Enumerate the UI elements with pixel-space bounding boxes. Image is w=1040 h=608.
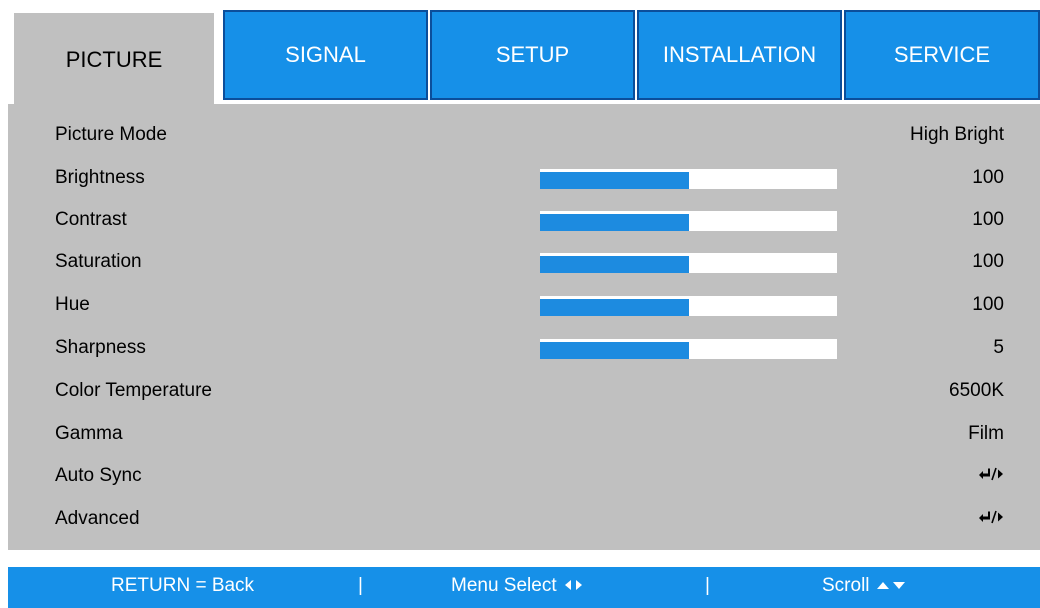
row-label: Auto Sync bbox=[55, 465, 142, 486]
enter-right-icon[interactable] bbox=[978, 465, 1004, 487]
row-brightness[interactable]: Brightness 100 bbox=[8, 159, 1040, 201]
enter-right-icon[interactable] bbox=[978, 508, 1004, 530]
tab-installation-label: INSTALLATION bbox=[662, 42, 817, 67]
row-advanced[interactable]: Advanced bbox=[8, 500, 1040, 542]
slider-fill bbox=[540, 296, 689, 316]
sharpness-slider[interactable] bbox=[540, 339, 837, 359]
return-hint: RETURN = Back bbox=[111, 575, 255, 596]
left-right-arrows-icon bbox=[564, 580, 582, 590]
row-sharpness[interactable]: Sharpness 5 bbox=[8, 329, 1040, 371]
row-label: Hue bbox=[55, 294, 90, 315]
row-label: Advanced bbox=[55, 508, 140, 529]
row-contrast[interactable]: Contrast 100 bbox=[8, 201, 1040, 243]
row-color-temperature[interactable]: Color Temperature 6500K bbox=[8, 372, 1040, 414]
osd-menu: PICTURE SIGNAL SETUP INSTALLATION SERVIC… bbox=[0, 0, 1040, 608]
slider-fill bbox=[540, 339, 689, 359]
row-value: 100 bbox=[972, 294, 1004, 315]
tab-picture[interactable]: PICTURE bbox=[11, 10, 217, 106]
saturation-slider[interactable] bbox=[540, 253, 837, 273]
scroll-hint: Scroll bbox=[822, 575, 909, 597]
row-value: Film bbox=[968, 423, 1004, 444]
tab-setup-label: SETUP bbox=[495, 42, 570, 67]
row-label: Sharpness bbox=[55, 337, 146, 358]
row-label: Color Temperature bbox=[55, 380, 213, 401]
tab-service-label: SERVICE bbox=[893, 42, 991, 67]
row-value: 100 bbox=[972, 167, 1004, 188]
tab-service[interactable]: SERVICE bbox=[844, 10, 1040, 100]
brightness-slider[interactable] bbox=[540, 169, 837, 189]
contrast-slider[interactable] bbox=[540, 211, 837, 231]
row-saturation[interactable]: Saturation 100 bbox=[8, 243, 1040, 285]
slider-fill bbox=[540, 253, 689, 273]
row-value: 100 bbox=[972, 209, 1004, 230]
separator: | bbox=[705, 575, 710, 596]
row-value: 6500K bbox=[949, 380, 1004, 401]
row-value: 100 bbox=[972, 251, 1004, 272]
row-hue[interactable]: Hue 100 bbox=[8, 286, 1040, 328]
picture-settings-panel: Picture Mode High Bright Brightness 100 … bbox=[8, 104, 1040, 550]
scroll-label: Scroll bbox=[822, 575, 870, 596]
row-picture-mode[interactable]: Picture Mode High Bright bbox=[8, 116, 1040, 158]
tab-setup[interactable]: SETUP bbox=[430, 10, 635, 100]
row-auto-sync[interactable]: Auto Sync bbox=[8, 457, 1040, 499]
row-value: High Bright bbox=[910, 124, 1004, 145]
tab-signal[interactable]: SIGNAL bbox=[223, 10, 428, 100]
row-label: Gamma bbox=[55, 423, 123, 444]
row-label: Picture Mode bbox=[55, 124, 167, 145]
row-gamma[interactable]: Gamma Film bbox=[8, 415, 1040, 457]
slider-fill bbox=[540, 211, 689, 231]
slider-fill bbox=[540, 169, 689, 189]
menu-select-hint: Menu Select bbox=[451, 575, 586, 597]
tab-picture-label: PICTURE bbox=[65, 46, 163, 72]
up-down-arrows-icon bbox=[876, 582, 905, 589]
row-label: Saturation bbox=[55, 251, 142, 272]
row-value: 5 bbox=[993, 337, 1004, 358]
row-label: Brightness bbox=[55, 167, 145, 188]
row-label: Contrast bbox=[55, 209, 127, 230]
menu-select-label: Menu Select bbox=[451, 575, 557, 596]
hue-slider[interactable] bbox=[540, 296, 837, 316]
footer-help-bar: RETURN = Back | Menu Select | Scroll bbox=[8, 567, 1040, 608]
tab-bar: PICTURE SIGNAL SETUP INSTALLATION SERVIC… bbox=[8, 10, 1040, 106]
tab-installation[interactable]: INSTALLATION bbox=[637, 10, 842, 100]
tab-signal-label: SIGNAL bbox=[285, 42, 366, 67]
separator: | bbox=[358, 575, 363, 596]
